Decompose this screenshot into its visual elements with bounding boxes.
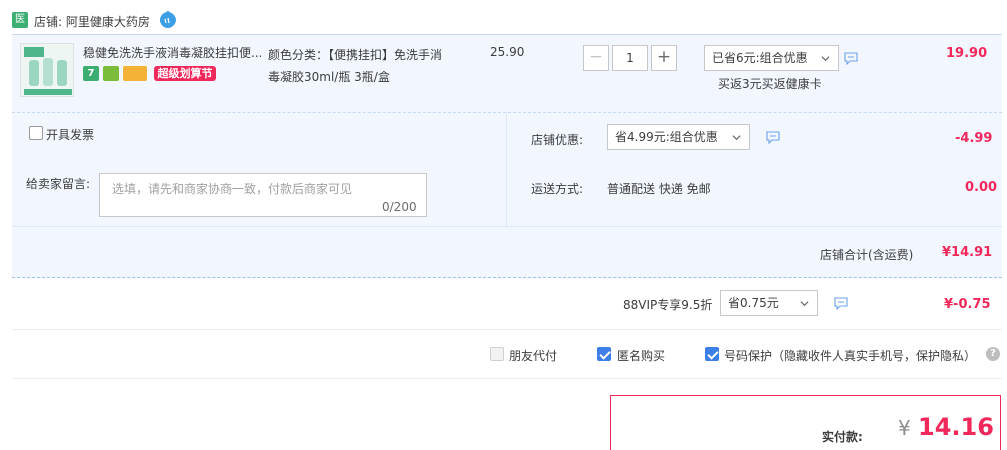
wangwang-icon[interactable] <box>159 11 177 29</box>
quantity-increase-button[interactable]: + <box>651 45 677 71</box>
phone-protection-label[interactable]: 号码保护（隐藏收件人真实手机号，保护隐私） <box>724 347 976 364</box>
message-icon[interactable] <box>844 52 858 65</box>
guarantee-badge-icon[interactable] <box>103 66 119 81</box>
section-divider <box>12 378 1002 379</box>
shipping-method: 普通配送 快递 免邮 <box>607 182 711 196</box>
shop-discount-label: 店铺优惠: <box>531 133 584 147</box>
shipping-fee: 0.00 <box>965 180 998 195</box>
product-thumbnail[interactable] <box>20 43 74 97</box>
shop-discount-select-value: 省4.99元:组合优惠 <box>615 130 718 144</box>
chevron-down-icon <box>732 135 741 141</box>
vip-discount-amount: ¥-0.75 <box>944 297 991 312</box>
vip-discount-select-value: 省0.75元 <box>728 296 779 310</box>
item-total-price: 19.90 <box>946 46 988 61</box>
seven-day-return-badge[interactable]: 7 <box>83 66 99 81</box>
credit-card-badge-icon[interactable] <box>123 66 147 81</box>
shop-name-link[interactable]: 店铺: 阿里健康大药房 <box>34 13 150 30</box>
shop-discount-select[interactable]: 省4.99元:组合优惠 <box>607 124 750 150</box>
sku-line-1: 颜色分类：【便携挂扣】免洗手消 <box>268 48 443 62</box>
anonymous-purchase-label[interactable]: 匿名购买 <box>617 347 665 364</box>
item-discount-select-value: 已省6元:组合优惠 <box>712 51 808 65</box>
friend-pay-checkbox[interactable] <box>490 347 504 361</box>
sku-info: 颜色分类：【便携挂扣】免洗手消 毒凝胶30ml/瓶 3瓶/盒 <box>268 44 478 88</box>
promo-badge: 超级划算节 <box>154 66 216 81</box>
phone-protection-checkbox[interactable] <box>705 347 719 361</box>
invoice-checkbox[interactable] <box>29 126 43 140</box>
item-discount-select[interactable]: 已省6元:组合优惠 <box>704 45 839 71</box>
section-divider <box>12 329 1002 330</box>
panel-horizontal-divider <box>12 226 1002 227</box>
chevron-down-icon <box>800 301 809 307</box>
chevron-down-icon <box>821 56 830 62</box>
memo-placeholder: 选填，请先和商家协商一致，付款后商家可见 <box>112 182 353 196</box>
vip-discount-label: 88VIP专享9.5折 <box>623 298 713 312</box>
anonymous-purchase-checkbox[interactable] <box>597 347 611 361</box>
memo-char-count: 0/200 <box>382 200 417 214</box>
unit-price: 25.90 <box>490 45 525 59</box>
shop-total-label: 店铺合计(含运费) <box>820 248 914 262</box>
product-title-link[interactable]: 稳健免洗洗手液消毒凝胶挂扣便... <box>83 44 261 61</box>
shop-discount-amount: -4.99 <box>955 131 993 146</box>
shipping-label: 运送方式: <box>531 182 584 196</box>
shop-badge: 医 <box>12 12 28 28</box>
memo-label: 给卖家留言: <box>26 177 91 191</box>
payment-label: 实付款: <box>822 430 863 444</box>
friend-pay-label[interactable]: 朋友代付 <box>509 347 557 364</box>
shop-total-amount: ¥14.91 <box>942 245 993 260</box>
message-icon[interactable] <box>834 297 848 310</box>
invoice-label[interactable]: 开具发票 <box>46 126 94 143</box>
quantity-input[interactable]: 1 <box>612 45 648 71</box>
quantity-decrease-button[interactable]: − <box>583 45 609 71</box>
item-promo-note: 买返3元买返健康卡 <box>718 77 822 91</box>
panel-vertical-divider <box>506 112 507 226</box>
payment-amount: 14.16 <box>918 413 994 441</box>
sku-line-2: 毒凝胶30ml/瓶 3瓶/盒 <box>268 70 390 84</box>
help-icon[interactable]: ? <box>986 347 1000 361</box>
payment-currency: ¥ <box>898 416 911 440</box>
vip-discount-select[interactable]: 省0.75元 <box>720 290 818 316</box>
message-icon[interactable] <box>766 131 780 144</box>
product-image-icon <box>21 44 73 96</box>
